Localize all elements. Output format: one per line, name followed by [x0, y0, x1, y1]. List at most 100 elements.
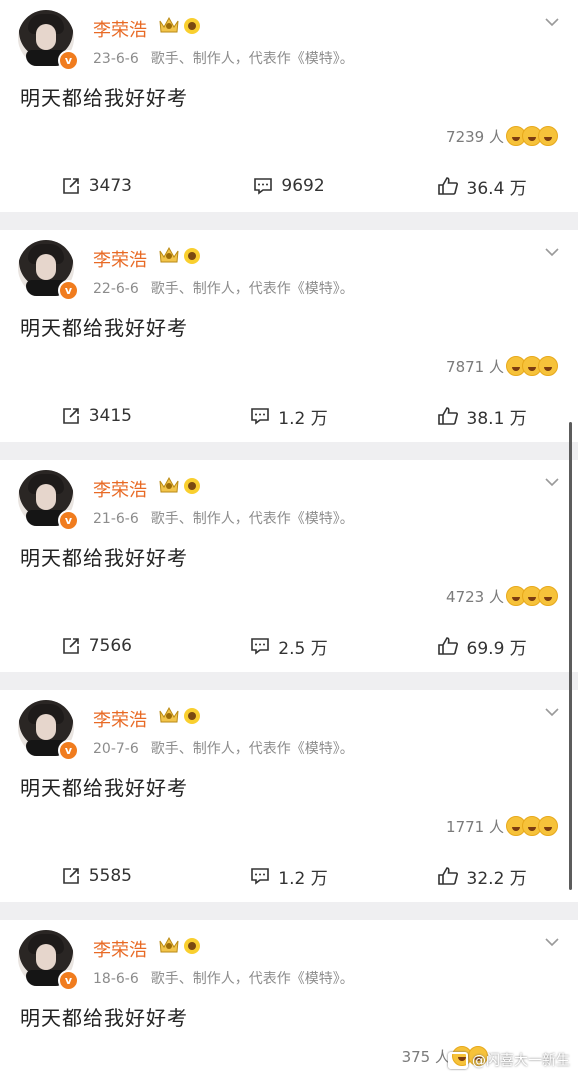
- post-date: 18-6-6: [93, 971, 139, 987]
- reaction-count: 1771 人: [446, 817, 504, 836]
- reaction-count: 375 人: [401, 1047, 450, 1066]
- wink-emoji-icon: [538, 816, 558, 836]
- share-button[interactable]: 5585: [0, 854, 193, 898]
- chevron-down-icon[interactable]: [544, 244, 560, 260]
- post-meta: 21-6-6 歌手、制作人，代表作《模特》。: [93, 508, 354, 528]
- reactions-summary[interactable]: 4723 人: [446, 584, 558, 608]
- surprise-emoji-icon: [538, 356, 558, 376]
- like-button[interactable]: 32.2 万: [385, 854, 578, 898]
- post-meta: 18-6-6 歌手、制作人，代表作《模特》。: [93, 968, 354, 988]
- comment-button[interactable]: 1.2 万: [193, 854, 386, 898]
- comment-button[interactable]: 2.5 万: [193, 624, 386, 668]
- crown-icon: [159, 706, 179, 723]
- post-date: 23-6-6: [93, 51, 139, 67]
- action-bar: 3415 1.2 万 38.1 万: [0, 394, 578, 438]
- scrollbar[interactable]: [569, 422, 572, 890]
- user-name[interactable]: 李荣浩: [93, 936, 147, 962]
- like-count: 38.1 万: [466, 408, 527, 429]
- user-bio: 歌手、制作人，代表作《模特》。: [150, 971, 354, 987]
- post-date: 21-6-6: [93, 511, 139, 527]
- share-count: 3473: [88, 176, 132, 196]
- sunflower-icon: [184, 708, 200, 724]
- verified-v-icon: v: [58, 740, 79, 761]
- comment-count: 9692: [281, 176, 325, 196]
- comment-icon: [251, 868, 270, 885]
- sunflower-icon: [184, 478, 200, 494]
- thumbs-up-icon: [437, 867, 458, 885]
- action-bar: 7566 2.5 万 69.9 万: [0, 624, 578, 668]
- reactions-summary[interactable]: 7871 人: [446, 354, 558, 378]
- weibo-feed: v 李荣浩 23-6-6 歌手、制作人，代表作《模特》。 明天都给我好好考 723…: [0, 0, 578, 1080]
- post-text[interactable]: 明天都给我好好考: [20, 772, 188, 801]
- post-meta: 22-6-6 歌手、制作人，代表作《模特》。: [93, 278, 354, 298]
- share-icon: [62, 868, 79, 884]
- thumbs-up-icon: [437, 177, 458, 195]
- like-button[interactable]: 38.1 万: [385, 394, 578, 438]
- post-card: v 李荣浩 22-6-6 歌手、制作人，代表作《模特》。 明天都给我好好考 787…: [0, 230, 578, 442]
- watermark-text: @闪喜大一新生: [472, 1053, 570, 1069]
- post-text[interactable]: 明天都给我好好考: [20, 312, 188, 341]
- like-button[interactable]: 69.9 万: [385, 624, 578, 668]
- crown-icon: [159, 246, 179, 263]
- user-name[interactable]: 李荣浩: [93, 246, 147, 272]
- thumbs-up-icon: [437, 407, 458, 425]
- verified-v-icon: v: [58, 970, 79, 991]
- reactions-summary[interactable]: 7239 人: [446, 124, 558, 148]
- user-bio: 歌手、制作人，代表作《模特》。: [150, 741, 354, 757]
- crown-icon: [159, 16, 179, 33]
- comment-button[interactable]: 9692: [193, 164, 386, 208]
- chevron-down-icon[interactable]: [544, 704, 560, 720]
- comment-icon: [251, 408, 270, 425]
- action-bar: 5585 1.2 万 32.2 万: [0, 854, 578, 898]
- share-button[interactable]: 3415: [0, 394, 193, 438]
- chevron-down-icon[interactable]: [544, 934, 560, 950]
- reaction-count: 7239 人: [446, 127, 504, 146]
- post-text[interactable]: 明天都给我好好考: [20, 82, 188, 111]
- reactions-summary[interactable]: 1771 人: [446, 814, 558, 838]
- verified-v-icon: v: [58, 280, 79, 301]
- sunflower-icon: [184, 18, 200, 34]
- sunflower-icon: [184, 248, 200, 264]
- user-bio: 歌手、制作人，代表作《模特》。: [150, 281, 354, 297]
- post-meta: 20-7-6 歌手、制作人，代表作《模特》。: [93, 738, 354, 758]
- watermark: @闪喜大一新生: [448, 1050, 570, 1070]
- share-count: 3415: [88, 406, 132, 426]
- surprise-emoji-icon: [538, 586, 558, 606]
- user-bio: 歌手、制作人，代表作《模特》。: [150, 51, 354, 67]
- share-icon: [62, 408, 79, 424]
- share-icon: [62, 178, 79, 194]
- post-card: v 李荣浩 20-7-6 歌手、制作人，代表作《模特》。 明天都给我好好考 177…: [0, 690, 578, 902]
- comment-icon: [254, 178, 273, 195]
- verified-v-icon: v: [58, 510, 79, 531]
- post-card: v 李荣浩 21-6-6 歌手、制作人，代表作《模特》。 明天都给我好好考 472…: [0, 460, 578, 672]
- crown-icon: [159, 936, 179, 953]
- comment-icon: [251, 638, 270, 655]
- post-meta: 23-6-6 歌手、制作人，代表作《模特》。: [93, 48, 354, 68]
- share-icon: [62, 638, 79, 654]
- action-bar: 3473 9692 36.4 万: [0, 164, 578, 208]
- sunflower-icon: [184, 938, 200, 954]
- surprise-emoji-icon: [538, 126, 558, 146]
- share-count: 5585: [88, 866, 132, 886]
- like-button[interactable]: 36.4 万: [385, 164, 578, 208]
- user-name[interactable]: 李荣浩: [93, 16, 147, 42]
- post-text[interactable]: 明天都给我好好考: [20, 1002, 188, 1031]
- post-date: 22-6-6: [93, 281, 139, 297]
- post-text[interactable]: 明天都给我好好考: [20, 542, 188, 571]
- verified-v-icon: v: [58, 50, 79, 71]
- share-button[interactable]: 7566: [0, 624, 193, 668]
- camera-icon: [448, 1051, 468, 1069]
- post-card: v 李荣浩 23-6-6 歌手、制作人，代表作《模特》。 明天都给我好好考 723…: [0, 0, 578, 212]
- user-name[interactable]: 李荣浩: [93, 476, 147, 502]
- post-date: 20-7-6: [93, 741, 139, 757]
- chevron-down-icon[interactable]: [544, 14, 560, 30]
- like-count: 36.4 万: [466, 178, 527, 199]
- comment-count: 2.5 万: [278, 638, 328, 659]
- like-count: 69.9 万: [466, 638, 527, 659]
- crown-icon: [159, 476, 179, 493]
- share-button[interactable]: 3473: [0, 164, 193, 208]
- user-name[interactable]: 李荣浩: [93, 706, 147, 732]
- chevron-down-icon[interactable]: [544, 474, 560, 490]
- thumbs-up-icon: [437, 637, 458, 655]
- comment-button[interactable]: 1.2 万: [193, 394, 386, 438]
